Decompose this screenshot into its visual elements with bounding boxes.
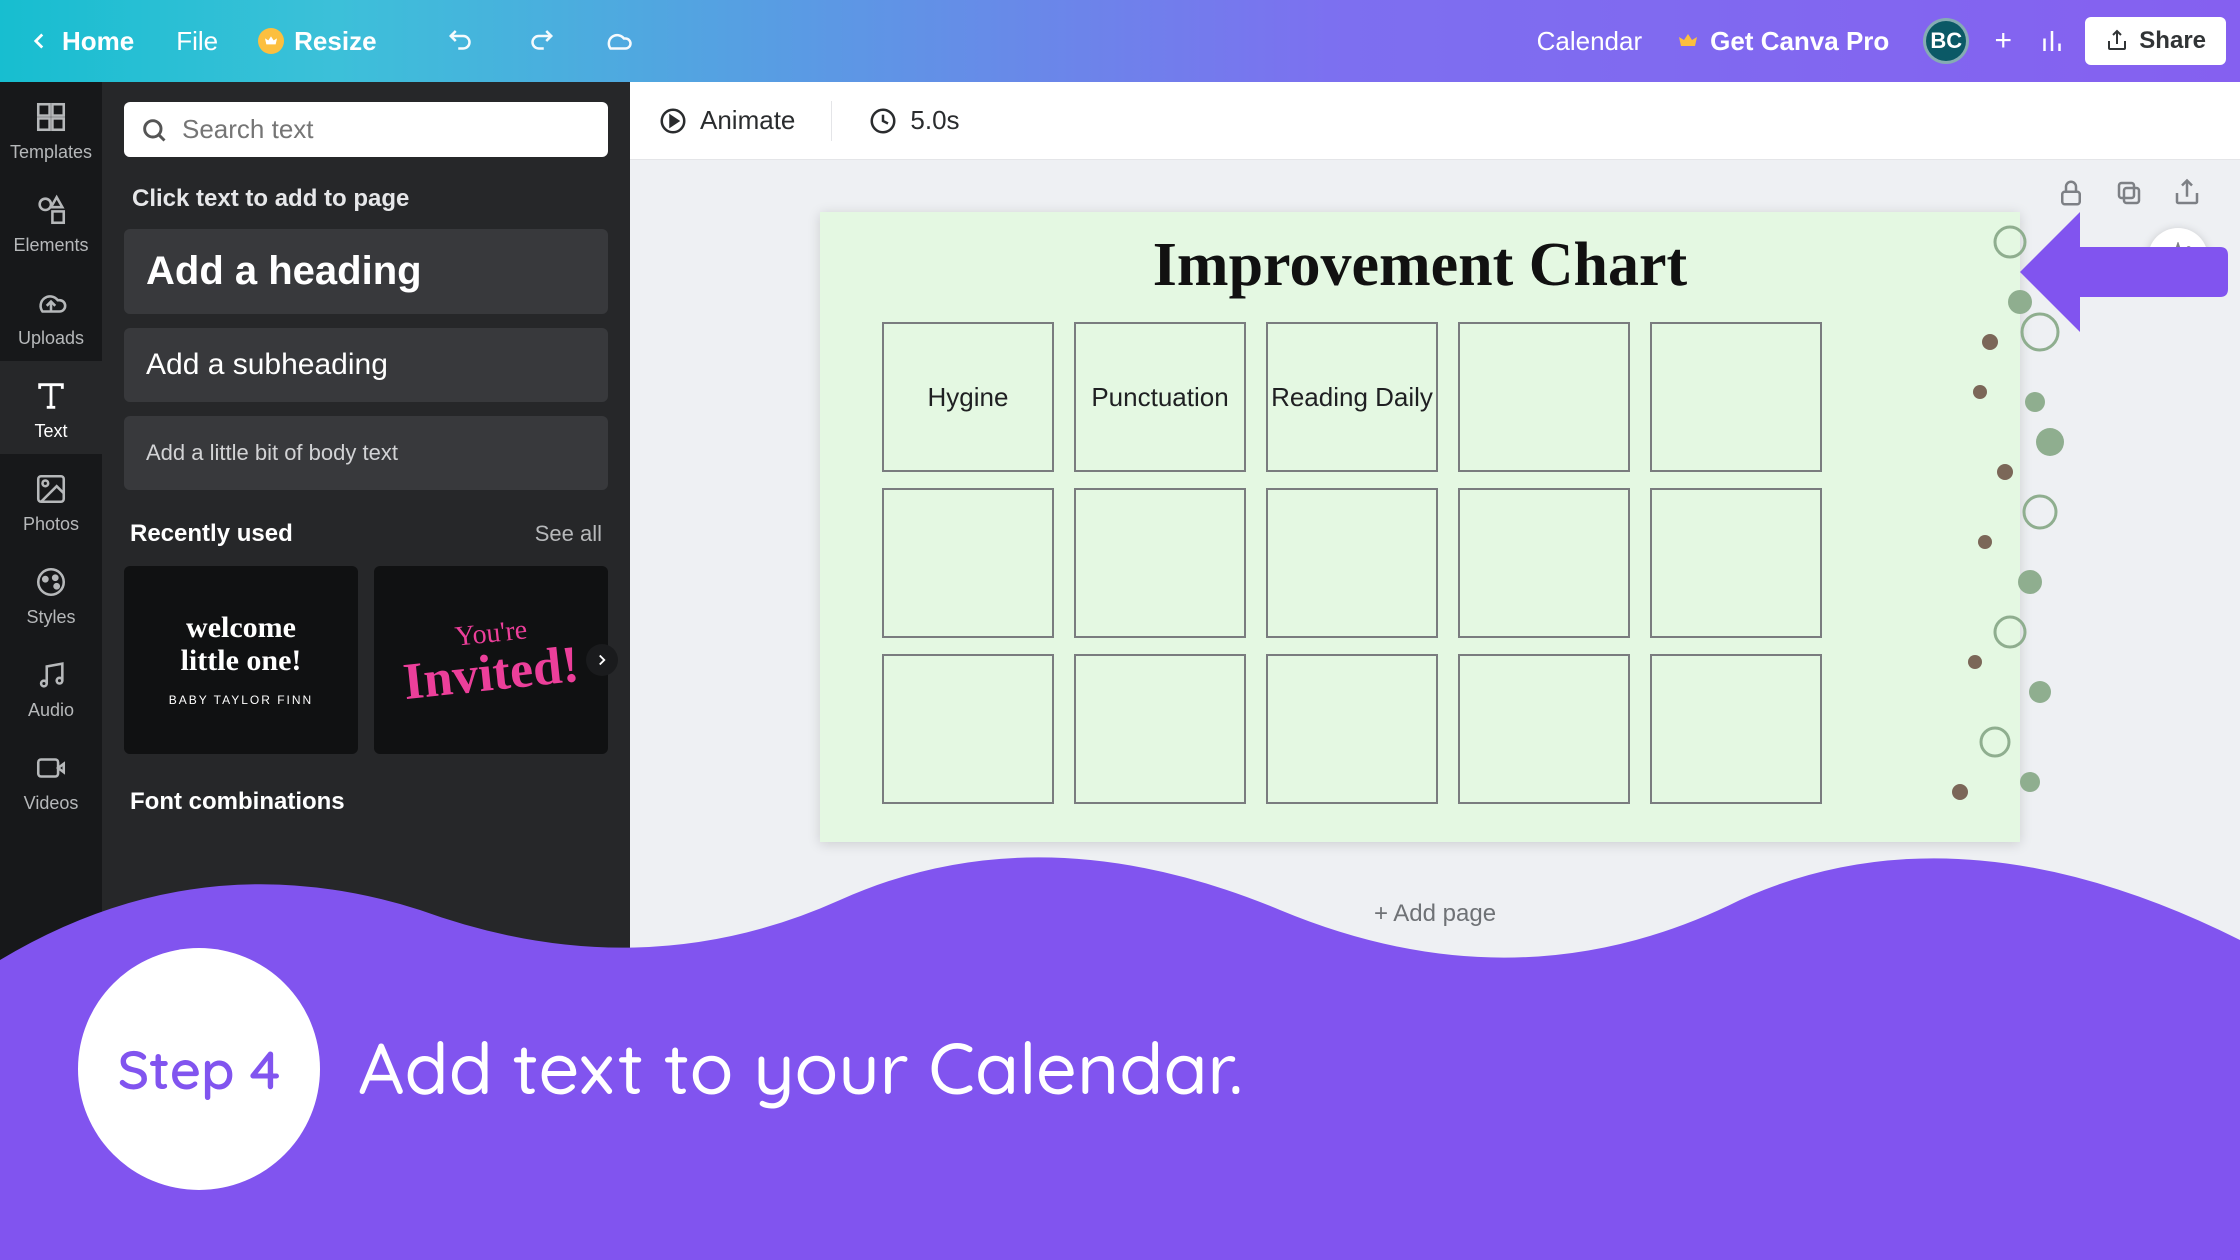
document-name[interactable]: Calendar (1537, 26, 1643, 57)
template-thumbnail[interactable]: welcome little one! BABY TAYLOR FINN (124, 566, 358, 754)
file-button[interactable]: File (166, 20, 228, 63)
share-button[interactable]: Share (2085, 17, 2226, 65)
canvas-toolbar: Animate 5.0s (630, 82, 2240, 160)
design-canvas[interactable]: Improvement Chart Hygine Punctuation Rea… (820, 212, 2020, 842)
scroll-right-button[interactable] (586, 644, 618, 676)
rail-photos[interactable]: Photos (0, 454, 102, 547)
rail-label: Text (34, 421, 67, 442)
cloud-sync-icon[interactable] (603, 26, 633, 56)
add-body-text-button[interactable]: Add a little bit of body text (124, 416, 608, 490)
elements-icon (34, 193, 68, 227)
add-subheading-button[interactable]: Add a subheading (124, 328, 608, 402)
tutorial-arrow (1970, 182, 2230, 367)
toolbar-history-icons (447, 26, 633, 56)
home-button[interactable]: Home (14, 20, 146, 63)
rail-audio[interactable]: Audio (0, 640, 102, 733)
step-instruction: Add text to your Calendar. (358, 1022, 1243, 1112)
grid-cell[interactable] (1650, 654, 1822, 804)
redo-icon[interactable] (525, 26, 555, 56)
grid-cell[interactable] (1458, 654, 1630, 804)
grid-cell[interactable]: Hygine (882, 322, 1054, 472)
share-label: Share (2139, 27, 2206, 55)
grid-cell[interactable]: Reading Daily (1266, 322, 1438, 472)
step-number: Step 4 (118, 1035, 281, 1103)
recently-used-title: Recently used (130, 520, 293, 548)
grid-cell[interactable] (1650, 488, 1822, 638)
grid-cell[interactable] (1266, 488, 1438, 638)
design-title[interactable]: Improvement Chart (820, 212, 2020, 301)
add-heading-button[interactable]: Add a heading (124, 229, 608, 314)
rail-templates[interactable]: Templates (0, 82, 102, 175)
styles-icon (34, 565, 68, 599)
get-pro-label: Get Canva Pro (1710, 26, 1889, 57)
grid-cell[interactable] (882, 488, 1054, 638)
duration-label: 5.0s (910, 105, 959, 136)
duration-button[interactable]: 5.0s (868, 105, 959, 136)
rail-label: Photos (23, 514, 79, 535)
home-label: Home (62, 26, 134, 57)
crown-icon (258, 28, 284, 54)
grid-cell[interactable] (1458, 322, 1630, 472)
separator (831, 101, 832, 141)
resize-label: Resize (294, 26, 376, 57)
top-toolbar: Home File Resize Calendar Get Canva Pro … (0, 0, 2240, 82)
search-box[interactable] (124, 102, 608, 157)
grid-cell[interactable] (1074, 654, 1246, 804)
rail-elements[interactable]: Elements (0, 175, 102, 268)
chart-grid: Hygine Punctuation Reading Daily (882, 322, 1822, 804)
photos-icon (34, 472, 68, 506)
see-all-link[interactable]: See all (535, 521, 602, 547)
topbar-left: Home File Resize (14, 20, 633, 63)
crown-icon (1676, 29, 1700, 53)
rail-label: Styles (26, 607, 75, 628)
grid-cell[interactable] (1266, 654, 1438, 804)
search-icon (140, 116, 168, 144)
rail-videos[interactable]: Videos (0, 733, 102, 826)
uploads-icon (34, 286, 68, 320)
thumb-text: welcome (186, 613, 296, 643)
rail-label: Templates (10, 142, 92, 163)
user-avatar[interactable]: BC (1923, 18, 1969, 64)
audio-icon (34, 658, 68, 692)
click-text-label: Click text to add to page (124, 185, 608, 213)
rail-label: Audio (28, 700, 74, 721)
videos-icon (34, 751, 68, 785)
rail-label: Videos (24, 793, 79, 814)
text-icon (34, 379, 68, 413)
share-icon (2105, 29, 2129, 53)
grid-cell[interactable]: Punctuation (1074, 322, 1246, 472)
recently-used-header: Recently used See all (124, 520, 608, 548)
grid-cell[interactable] (1458, 488, 1630, 638)
add-member-button[interactable]: + (1987, 25, 2019, 57)
clock-icon (868, 106, 898, 136)
rail-label: Uploads (18, 328, 84, 349)
thumb-text: Invited! (400, 634, 581, 711)
rail-styles[interactable]: Styles (0, 547, 102, 640)
recent-thumbnails: welcome little one! BABY TAYLOR FINN You… (124, 566, 608, 754)
get-pro-button[interactable]: Get Canva Pro (1660, 18, 1905, 65)
step-badge: Step 4 (78, 948, 320, 1190)
resize-button[interactable]: Resize (248, 20, 386, 63)
undo-icon[interactable] (447, 26, 477, 56)
templates-icon (34, 100, 68, 134)
thumb-text: little one! (181, 643, 302, 679)
rail-text[interactable]: Text (0, 361, 102, 454)
thumb-text: BABY TAYLOR FINN (169, 693, 313, 707)
animate-label: Animate (700, 105, 795, 136)
animate-icon (658, 106, 688, 136)
template-thumbnail[interactable]: You're Invited! (374, 566, 608, 754)
rail-label: Elements (13, 235, 88, 256)
chevron-right-icon (593, 651, 611, 669)
animate-button[interactable]: Animate (658, 105, 795, 136)
grid-cell[interactable] (882, 654, 1054, 804)
grid-cell[interactable] (1074, 488, 1246, 638)
insights-icon[interactable] (2037, 26, 2067, 56)
rail-uploads[interactable]: Uploads (0, 268, 102, 361)
grid-cell[interactable] (1650, 322, 1822, 472)
search-input[interactable] (182, 114, 592, 145)
chevron-left-icon (26, 28, 52, 54)
font-combinations-title: Font combinations (124, 788, 608, 816)
topbar-right: Calendar Get Canva Pro BC + Share (1537, 17, 2226, 65)
